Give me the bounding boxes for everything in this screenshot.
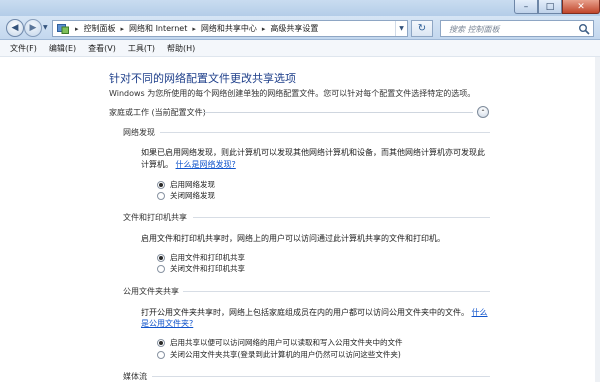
section-divider [183,291,490,292]
refresh-icon: ↻ [417,23,427,34]
radio-button-selected[interactable] [157,253,165,262]
public-folder-help-link-continued[interactable]: 是公用文件夹? [141,319,193,328]
radio-button[interactable] [157,350,165,359]
collapse-profile-button[interactable]: ⌃ [477,106,489,118]
radio-disable-network-discovery[interactable]: 关闭网络发现 [157,190,215,201]
menu-edit[interactable]: 编辑(E) [49,43,76,54]
radio-enable-public-folder-sharing[interactable]: 启用共享以便可以访问网络的用户可以读取和写入公用文件夹中的文件 [157,337,403,348]
back-button[interactable]: ◀ [6,19,24,37]
address-bar[interactable]: ▸ 控制面板 ▸ 网络和 Internet ▸ 网络和共享中心 ▸ 高级共享设置… [52,20,408,37]
section-divider [160,132,490,133]
radio-disable-file-printer-sharing[interactable]: 关闭文件和打印机共享 [157,263,245,274]
control-panel-icon [56,23,70,35]
menu-view[interactable]: 查看(V) [88,43,116,54]
radio-label: 关闭文件和打印机共享 [170,264,245,273]
public-folder-help-link[interactable]: 什么 [472,308,488,317]
refresh-button[interactable]: ↻ [411,20,433,37]
breadcrumb: 控制面板 ▸ 网络和 Internet ▸ 网络和共享中心 ▸ 高级共享设置 [84,21,395,36]
breadcrumb-separator-icon[interactable]: ▸ [121,25,125,33]
menu-bar: 文件(F) 编辑(E) 查看(V) 工具(T) 帮助(H) [0,40,600,57]
breadcrumb-separator-icon[interactable]: ▸ [192,25,196,33]
radio-button-selected[interactable] [157,180,165,189]
network-discovery-description-line2: 计算机。 什么是网络发现? [141,158,236,171]
profile-title: 家庭或工作 (当前配置文件) [109,108,206,117]
close-button[interactable]: ✕ [562,0,600,14]
public-folder-description-text: 打开公用文件夹共享时，网络上包括家庭组成员在内的用户都可以访问公用文件夹中的文件… [141,308,469,317]
vertical-scrollbar[interactable] [595,57,600,382]
radio-label: 启用文件和打印机共享 [170,253,245,262]
navigation-bar: ◀ ▶ ▼ ▸ 控制面板 ▸ 网络和 Internet ▸ 网络和共享中心 ▸ … [0,16,600,40]
recent-pages-dropdown-icon[interactable]: ▼ [43,24,48,31]
menu-tools[interactable]: 工具(T) [128,43,155,54]
radio-enable-file-printer-sharing[interactable]: 启用文件和打印机共享 [157,252,245,263]
radio-enable-network-discovery[interactable]: 启用网络发现 [157,179,215,190]
section-title-media-streaming: 媒体流 [123,372,147,381]
radio-button-selected[interactable] [157,338,165,347]
menu-help[interactable]: 帮助(H) [167,43,195,54]
search-placeholder: 搜索 控制面板 [449,25,500,34]
radio-button[interactable] [157,191,165,200]
breadcrumb-network-sharing-center[interactable]: 网络和共享中心 [201,23,257,34]
section-title-network-discovery: 网络发现 [123,128,155,137]
forward-arrow-icon: ▶ [29,23,37,33]
network-discovery-help-link[interactable]: 什么是网络发现? [176,160,236,169]
chevron-up-icon: ⌃ [480,108,486,116]
back-arrow-icon: ◀ [11,23,19,33]
radio-disable-public-folder-sharing[interactable]: 关闭公用文件夹共享(登录到此计算机的用户仍然可以访问这些文件夹) [157,349,401,360]
section-title-file-printer-sharing: 文件和打印机共享 [123,213,187,222]
profile-divider [203,112,473,113]
breadcrumb-advanced-sharing[interactable]: 高级共享设置 [270,23,318,34]
search-icon[interactable] [578,23,590,35]
radio-label: 关闭公用文件夹共享(登录到此计算机的用户仍然可以访问这些文件夹) [170,350,401,359]
breadcrumb-control-panel[interactable]: 控制面板 [84,23,116,34]
public-folder-description-line2: 是公用文件夹? [141,317,193,330]
caption-buttons: – □ ✕ [514,0,600,14]
file-printer-sharing-description: 启用文件和打印机共享时，网络上的用户可以访问通过此计算机共享的文件和打印机。 [141,234,445,243]
section-divider [193,217,490,218]
breadcrumb-separator-icon[interactable]: ▸ [75,25,79,33]
page-title: 针对不同的网络配置文件更改共享选项 [109,72,296,85]
page-subtitle: Windows 为您所使用的每个网络创建单独的网络配置文件。您可以针对每个配置文… [109,89,476,98]
window-titlebar[interactable]: – □ ✕ [0,0,600,16]
breadcrumb-network-internet[interactable]: 网络和 Internet [129,23,187,34]
breadcrumb-separator-icon[interactable]: ▸ [262,25,266,33]
address-dropdown-icon[interactable]: ▼ [395,21,407,36]
maximize-button[interactable]: □ [538,0,562,14]
section-title-public-folder-sharing: 公用文件夹共享 [123,287,179,296]
section-divider [152,376,490,377]
radio-label: 启用共享以便可以访问网络的用户可以读取和写入公用文件夹中的文件 [170,338,403,347]
content-area: 针对不同的网络配置文件更改共享选项 Windows 为您所使用的每个网络创建单独… [0,57,600,382]
radio-button[interactable] [157,264,165,273]
network-discovery-description-tail: 计算机。 [141,160,173,169]
radio-label: 启用网络发现 [170,180,215,189]
search-input[interactable]: 搜索 控制面板 [440,20,594,37]
minimize-button[interactable]: – [514,0,538,14]
radio-label: 关闭网络发现 [170,191,215,200]
forward-button[interactable]: ▶ [24,19,42,37]
menu-file[interactable]: 文件(F) [10,43,37,54]
